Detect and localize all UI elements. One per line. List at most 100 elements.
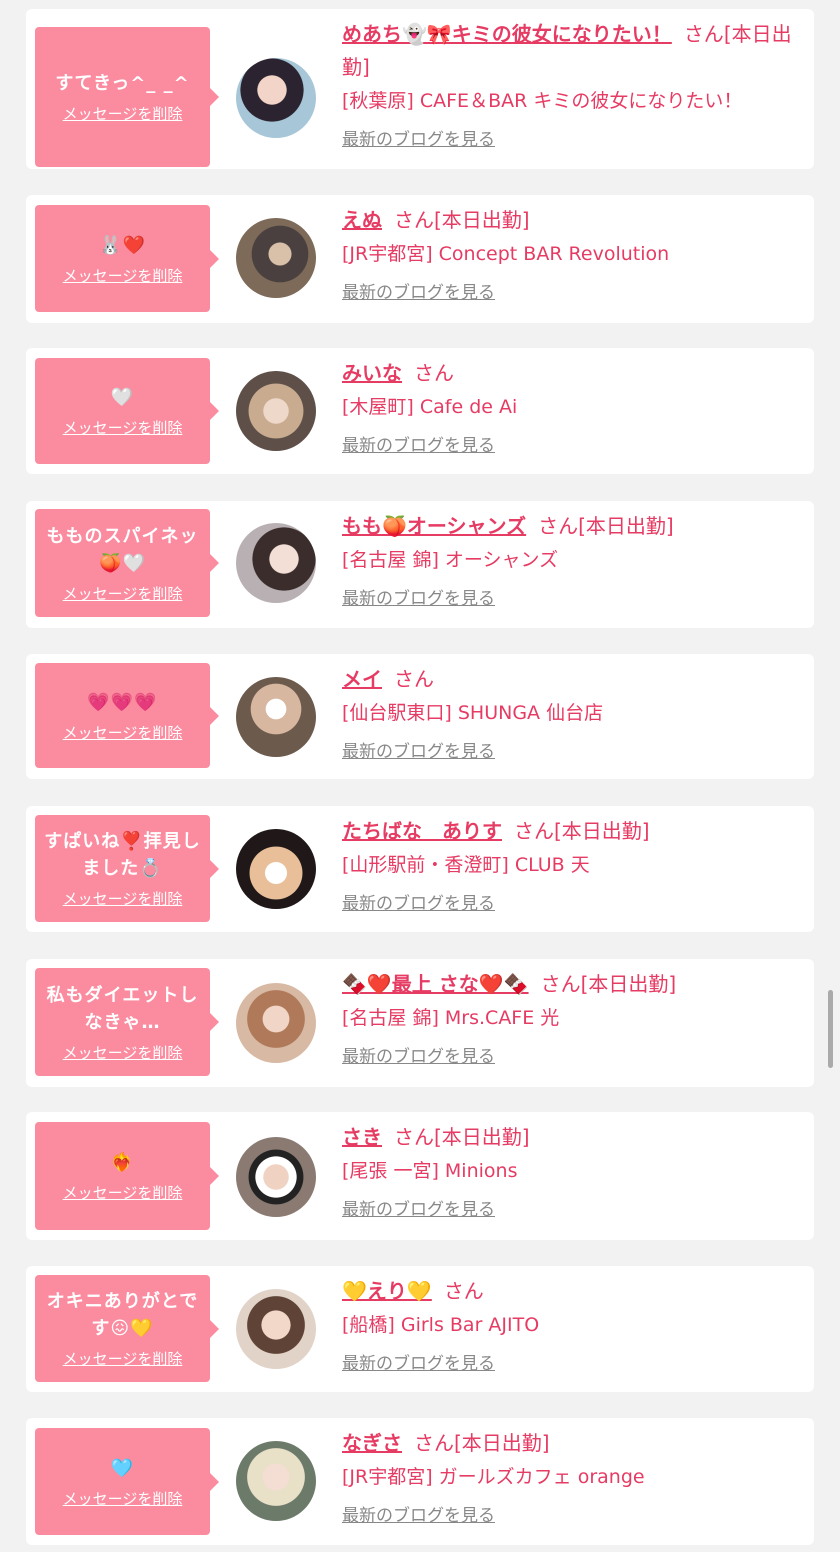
latest-blog-link[interactable]: 最新のブログを見る [342, 584, 495, 609]
message-bubble: オキニありがとです😖💛 メッセージを削除 [35, 1275, 219, 1382]
name-line: なぎさ さん[本日出勤] [342, 1427, 800, 1460]
message-bubble: すぱいね❣️拝見しました💍 メッセージを削除 [35, 815, 219, 922]
avatar[interactable] [236, 1137, 316, 1217]
delete-message-link[interactable]: メッセージを削除 [63, 417, 183, 438]
message-text: 🐰❤️ [99, 234, 146, 256]
cast-name-link[interactable]: えぬ [342, 208, 382, 232]
honorific: さん [414, 361, 454, 385]
message-text: すぱいね❣️拝見しました💍 [44, 831, 201, 879]
message-card: すぱいね❣️拝見しました💍 メッセージを削除 たちばな ありす さん[本日出勤] [山形… [26, 806, 814, 932]
scrollbar[interactable] [828, 990, 833, 1068]
honorific: さん [414, 1431, 454, 1455]
status-badge: [本日出勤] [580, 972, 677, 996]
message-card: 💗💗💗 メッセージを削除 メイ さん [仙台駅東口] SHUNGA 仙台店 最新のブログを… [26, 654, 814, 779]
delete-message-link[interactable]: メッセージを削除 [63, 1182, 183, 1203]
cast-name-link[interactable]: 💛えり💛 [342, 1279, 432, 1303]
message-bubble: 💗💗💗 メッセージを削除 [35, 663, 219, 768]
message-card: 🤍 メッセージを削除 みいな さん [木屋町] Cafe de Ai 最新のブログを見る [26, 348, 814, 474]
message-bubble: 🤍 メッセージを削除 [35, 358, 219, 464]
latest-blog-link[interactable]: 最新のブログを見る [342, 278, 495, 303]
latest-blog-link[interactable]: 最新のブログを見る [342, 889, 495, 914]
name-line: 🍫❤️最上 さな❤️🍫 さん[本日出勤] [342, 968, 800, 1001]
latest-blog-link[interactable]: 最新のブログを見る [342, 431, 495, 456]
message-bubble: もものスパイネッ🍑🤍 メッセージを削除 [35, 509, 219, 617]
cast-name-link[interactable]: たちばな ありす [342, 819, 502, 843]
message-card: もものスパイネッ🍑🤍 メッセージを削除 もも🍑オーシャンズ さん[本日出勤] [名古屋 … [26, 501, 814, 628]
delete-message-link[interactable]: メッセージを削除 [63, 1042, 183, 1063]
shop-name: [JR宇都宮] ガールズカフェ orange [342, 1466, 645, 1488]
message-bubble: 🐰❤️ メッセージを削除 [35, 205, 219, 312]
message-card: 私もダイエットしなきゃ… メッセージを削除 🍫❤️最上 さな❤️🍫 さん[本日出勤] [… [26, 959, 814, 1087]
shop-name: [仙台駅東口] SHUNGA 仙台店 [342, 702, 604, 724]
honorific: さん [394, 1125, 434, 1149]
name-line: めあち👻🎀キミの彼女になりたい！ さん[本日出勤] [342, 18, 800, 84]
latest-blog-link[interactable]: 最新のブログを見る [342, 737, 495, 762]
status-badge: [本日出勤] [578, 514, 674, 538]
honorific: さん [514, 819, 554, 843]
cast-info: もも🍑オーシャンズ さん[本日出勤] [名古屋 錦] オーシャンズ 最新のブログを見る [342, 510, 800, 609]
cast-info: えぬ さん[本日出勤] [JR宇都宮] Concept BAR Revolution… [342, 204, 800, 303]
cast-info: さき さん[本日出勤] [尾張 一宮] Minions 最新のブログを見る [342, 1121, 800, 1220]
status-badge: [本日出勤] [434, 208, 530, 232]
avatar[interactable] [236, 58, 316, 138]
cast-name-link[interactable]: なぎさ [342, 1431, 402, 1455]
avatar[interactable] [236, 371, 316, 451]
honorific: さん [538, 514, 579, 538]
cast-info: なぎさ さん[本日出勤] [JR宇都宮] ガールズカフェ orange 最新のブログを… [342, 1427, 800, 1526]
message-bubble: 🩵 メッセージを削除 [35, 1428, 219, 1535]
message-text: ❤️‍🔥 [110, 1152, 135, 1173]
delete-message-link[interactable]: メッセージを削除 [63, 722, 183, 743]
avatar[interactable] [236, 677, 316, 757]
cast-name-link[interactable]: さき [342, 1125, 382, 1149]
shop-name: [秋葉原] CAFE＆BAR キミの彼女になりたい！ [342, 90, 743, 112]
cast-info: たちばな ありす さん[本日出勤] [山形駅前・香澄町] CLUB 天最新のブログを… [342, 815, 800, 914]
delete-message-link[interactable]: メッセージを削除 [63, 103, 183, 124]
message-card: 🐰❤️ メッセージを削除 えぬ さん[本日出勤] [JR宇都宮] Concept BAR… [26, 195, 814, 323]
shop-name: [山形駅前・香澄町] CLUB 天 [342, 854, 590, 876]
shop-name: [名古屋 錦] Mrs.CAFE 光 [342, 1007, 560, 1029]
name-line: みいな さん [342, 357, 800, 390]
avatar[interactable] [236, 1441, 316, 1521]
status-badge: [本日出勤] [554, 819, 650, 843]
avatar[interactable] [236, 983, 316, 1063]
honorific: さん [683, 22, 724, 46]
delete-message-link[interactable]: メッセージを削除 [63, 1488, 183, 1509]
delete-message-link[interactable]: メッセージを削除 [63, 1348, 183, 1369]
latest-blog-link[interactable]: 最新のブログを見る [342, 1501, 495, 1526]
shop-name: [船橋] Girls Bar AJITO [342, 1314, 540, 1336]
message-text: 私もダイエットしなきゃ… [46, 984, 199, 1033]
name-line: メイ さん [342, 663, 800, 696]
message-bubble: すてきっ^_ _^ メッセージを削除 [35, 27, 219, 167]
latest-blog-link[interactable]: 最新のブログを見る [342, 125, 495, 150]
delete-message-link[interactable]: メッセージを削除 [63, 888, 183, 909]
latest-blog-link[interactable]: 最新のブログを見る [342, 1195, 495, 1220]
latest-blog-link[interactable]: 最新のブログを見る [342, 1349, 495, 1374]
message-text: 🩵 [110, 1457, 135, 1479]
honorific: さん [540, 972, 581, 996]
name-line: えぬ さん[本日出勤] [342, 204, 800, 237]
avatar[interactable] [236, 218, 316, 298]
cast-name-link[interactable]: めあち👻🎀キミの彼女になりたい！ [342, 22, 672, 46]
cast-info: 💛えり💛 さん [船橋] Girls Bar AJITO 最新のブログを見る [342, 1275, 800, 1374]
avatar[interactable] [236, 829, 316, 909]
cast-name-link[interactable]: メイ [342, 667, 382, 691]
name-line: さき さん[本日出勤] [342, 1121, 800, 1154]
cast-info: 🍫❤️最上 さな❤️🍫 さん[本日出勤] [名古屋 錦] Mrs.CAFE 光最新の… [342, 968, 800, 1067]
cast-name-link[interactable]: もも🍑オーシャンズ [342, 514, 526, 538]
message-text: 🤍 [110, 387, 135, 408]
cast-name-link[interactable]: みいな [342, 361, 402, 385]
honorific: さん [394, 208, 434, 232]
latest-blog-link[interactable]: 最新のブログを見る [342, 1042, 495, 1067]
avatar[interactable] [236, 523, 316, 603]
cast-info: みいな さん [木屋町] Cafe de Ai 最新のブログを見る [342, 357, 800, 456]
cast-name-link[interactable]: 🍫❤️最上 さな❤️🍫 [342, 972, 529, 996]
avatar[interactable] [236, 1289, 316, 1369]
name-line: もも🍑オーシャンズ さん[本日出勤] [342, 510, 800, 543]
status-badge: [本日出勤] [434, 1125, 530, 1149]
delete-message-link[interactable]: メッセージを削除 [63, 583, 183, 604]
delete-message-link[interactable]: メッセージを削除 [63, 265, 183, 286]
message-text: オキニありがとです😖💛 [46, 1291, 199, 1339]
message-card: 🩵 メッセージを削除 なぎさ さん[本日出勤] [JR宇都宮] ガールズカフェ oran… [26, 1418, 814, 1545]
message-card: オキニありがとです😖💛 メッセージを削除 💛えり💛 さん [船橋] Girls Bar … [26, 1266, 814, 1392]
name-line: たちばな ありす さん[本日出勤] [342, 815, 800, 848]
